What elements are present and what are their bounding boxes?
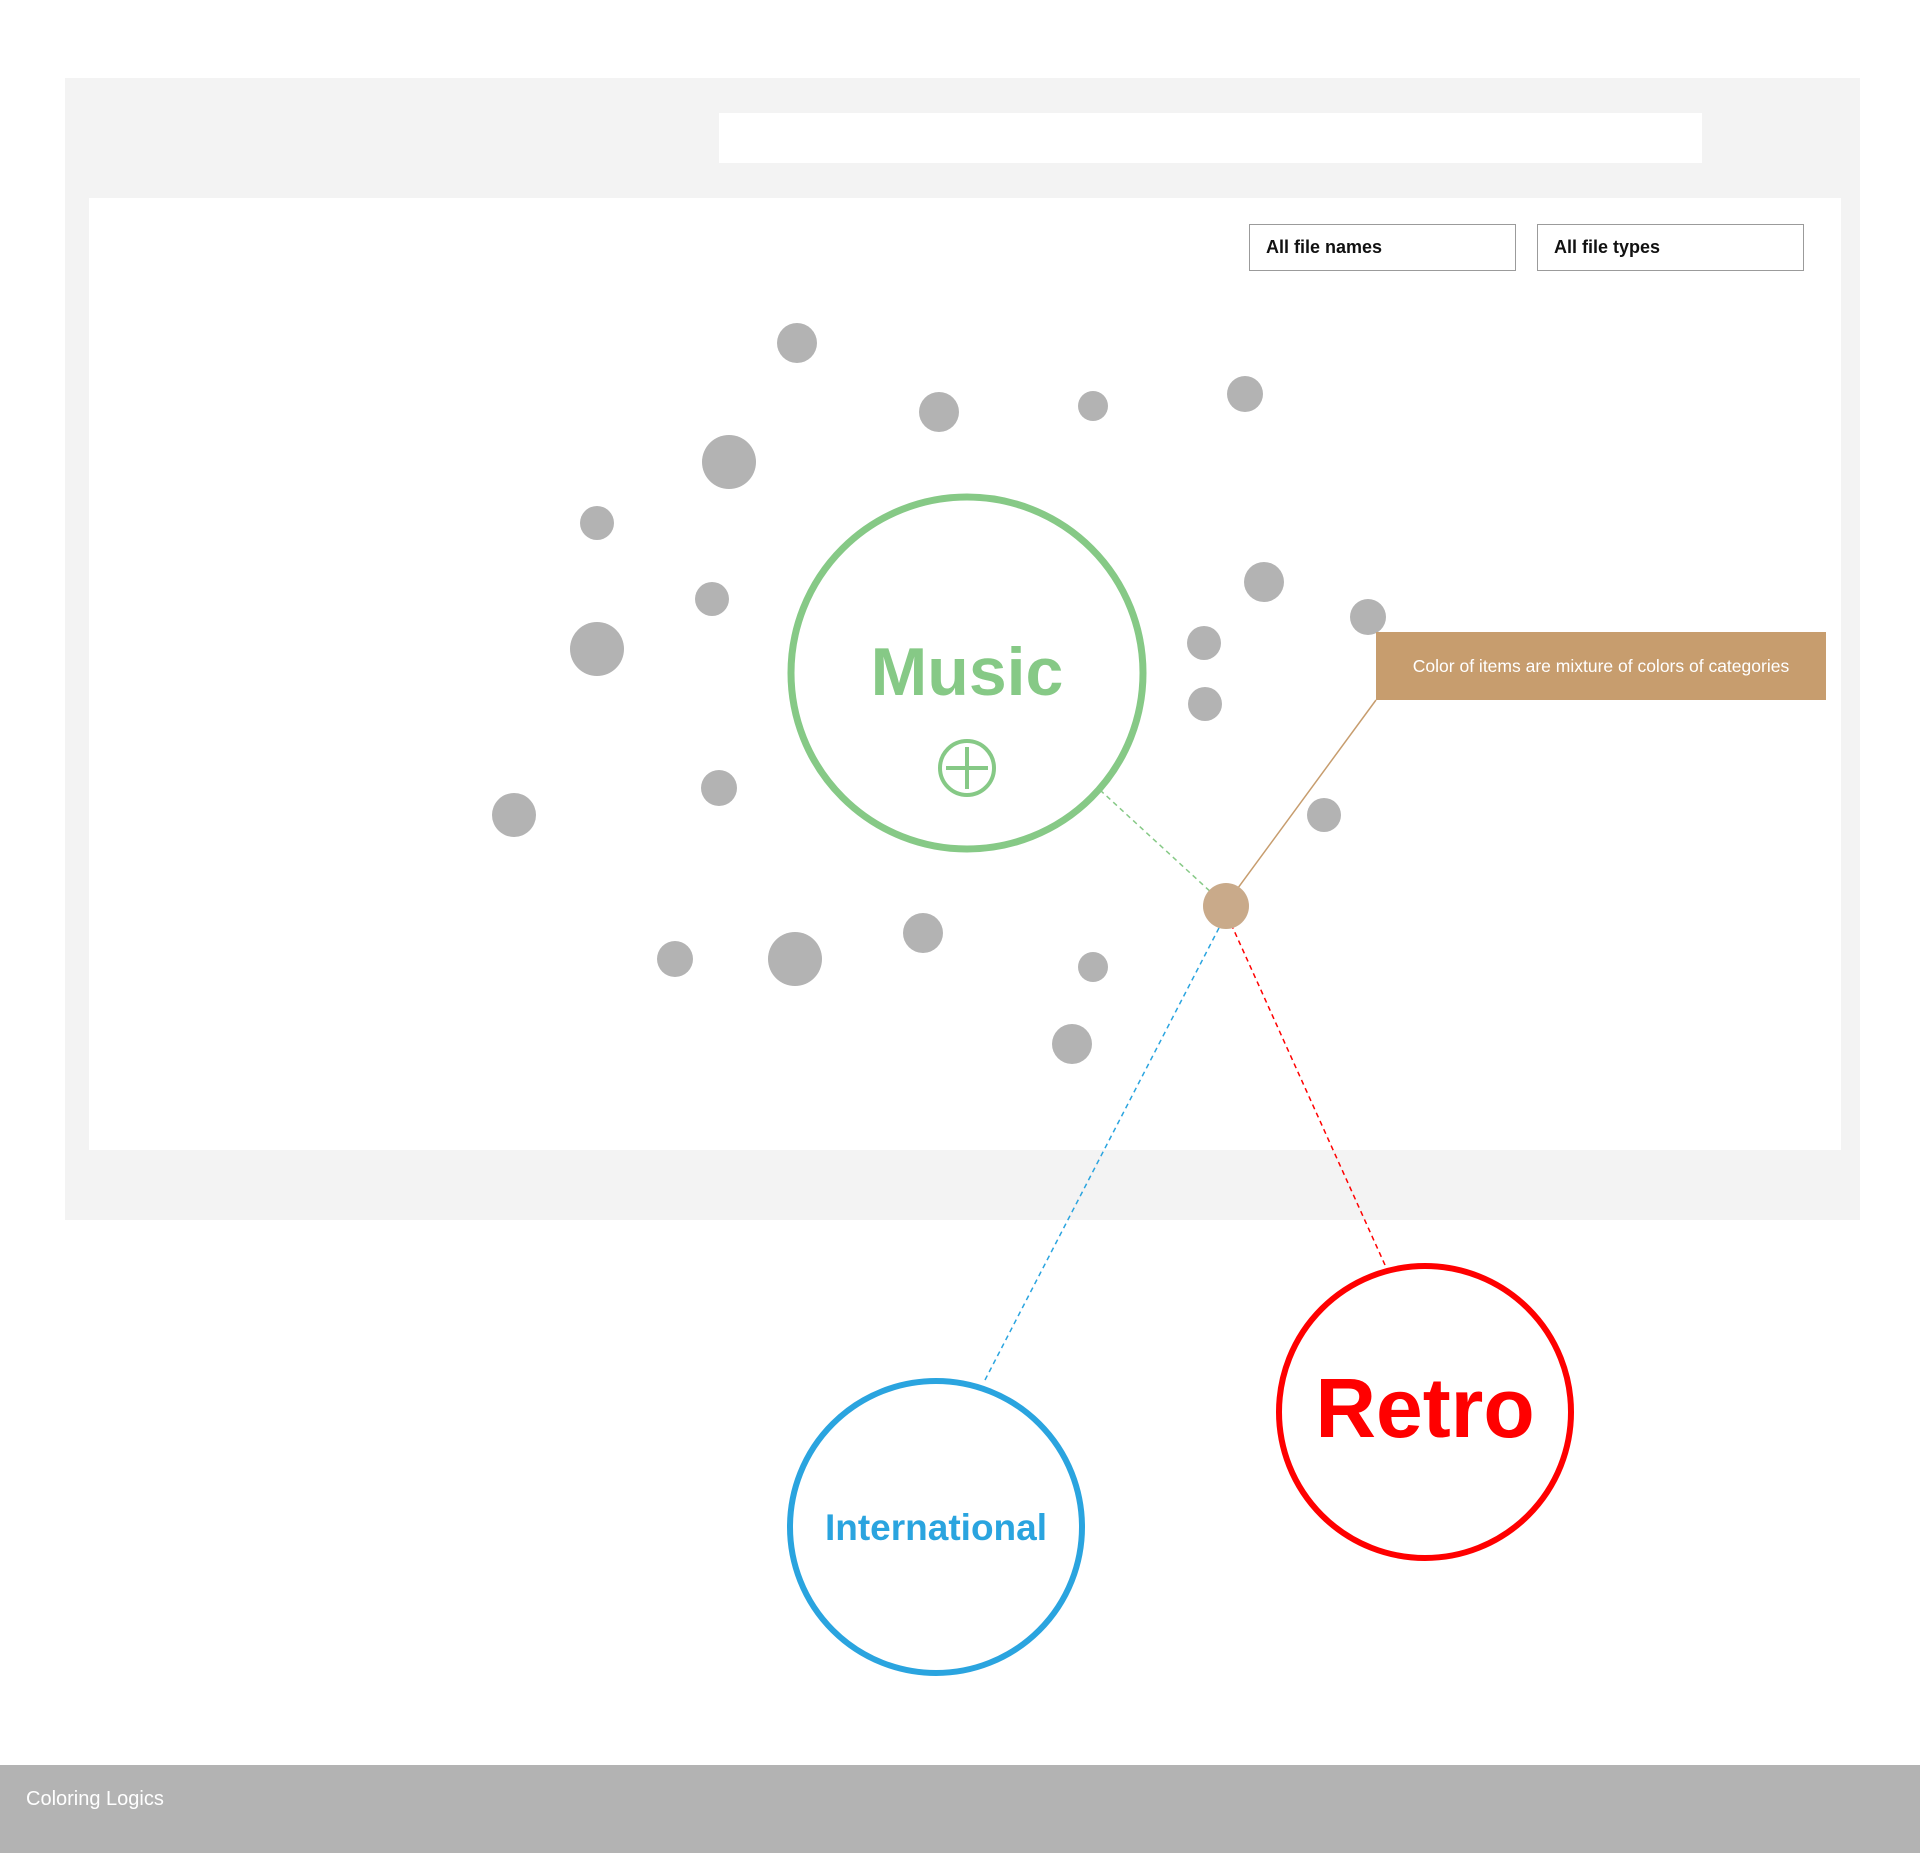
item-dot[interactable]	[701, 770, 737, 806]
item-dot[interactable]	[903, 913, 943, 953]
item-dot[interactable]	[1244, 562, 1284, 602]
annotation-callout: Color of items are mixture of colors of …	[1376, 632, 1826, 700]
item-dot[interactable]	[1078, 391, 1108, 421]
item-dot[interactable]	[695, 582, 729, 616]
page: All file names All file types Music Inte…	[0, 0, 1920, 1853]
item-dot[interactable]	[492, 793, 536, 837]
item-dot[interactable]	[777, 323, 817, 363]
file-types-filter[interactable]: All file types	[1537, 224, 1804, 271]
item-dot[interactable]	[580, 506, 614, 540]
item-dot[interactable]	[1188, 687, 1222, 721]
mixed-color-item-dot[interactable]	[1203, 883, 1249, 929]
item-dot[interactable]	[1307, 798, 1341, 832]
item-dot[interactable]	[768, 932, 822, 986]
item-dot[interactable]	[919, 392, 959, 432]
music-category-label: Music	[871, 634, 1064, 710]
item-dot[interactable]	[1078, 952, 1108, 982]
item-dot[interactable]	[1052, 1024, 1092, 1064]
item-dot[interactable]	[570, 622, 624, 676]
footer-label: Coloring Logics	[26, 1788, 164, 1810]
retro-category-label: Retro	[1315, 1361, 1534, 1455]
international-category[interactable]: International	[787, 1378, 1085, 1676]
footer-bar	[0, 1765, 1920, 1853]
item-dot[interactable]	[1227, 376, 1263, 412]
retro-category[interactable]: Retro	[1276, 1263, 1574, 1561]
international-category-label: International	[825, 1507, 1047, 1548]
item-dot[interactable]	[702, 435, 756, 489]
search-input[interactable]	[719, 113, 1702, 163]
item-dot[interactable]	[1187, 626, 1221, 660]
item-dot[interactable]	[657, 941, 693, 977]
file-names-filter[interactable]: All file names	[1249, 224, 1516, 271]
item-dot[interactable]	[1350, 599, 1386, 635]
plus-circle-icon[interactable]	[938, 739, 996, 797]
